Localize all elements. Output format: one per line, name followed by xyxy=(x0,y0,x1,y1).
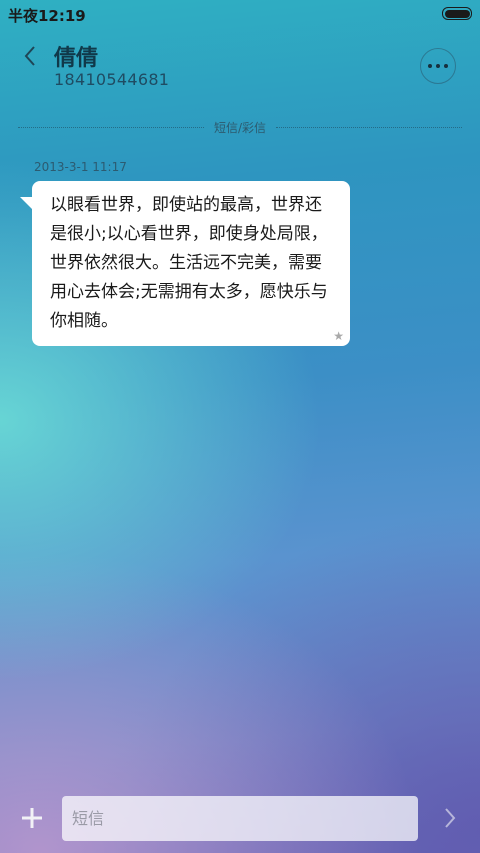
contact-name: 倩倩 xyxy=(54,46,99,71)
battery-icon xyxy=(442,7,472,20)
chevron-right-icon xyxy=(445,808,456,828)
contact-number: 18410544681 xyxy=(54,70,170,89)
bubble-tail xyxy=(20,197,34,211)
star-icon: ★ xyxy=(333,329,344,343)
status-bar: 半夜12:19 xyxy=(0,0,480,28)
message-bubble[interactable]: 以眼看世界，即使站的最高，世界还是很小;以心看世界，即使身处局限，世界依然很大。… xyxy=(20,181,350,346)
plus-icon xyxy=(22,808,42,828)
more-dots-icon xyxy=(436,64,440,68)
message-type-divider: 短信/彩信 xyxy=(18,117,463,137)
battery-fill xyxy=(444,9,470,18)
send-button[interactable] xyxy=(436,802,464,834)
more-dots-icon xyxy=(428,64,432,68)
divider-line xyxy=(276,126,463,128)
add-attachment-button[interactable] xyxy=(14,800,50,836)
more-options-button[interactable] xyxy=(420,48,456,84)
composer-bar xyxy=(0,790,480,850)
message-input[interactable] xyxy=(62,796,418,841)
chevron-left-icon xyxy=(24,46,35,66)
message-type-label: 短信/彩信 xyxy=(213,120,267,135)
conversation-header: 倩倩 18410544681 xyxy=(0,30,480,110)
status-time: 半夜12:19 xyxy=(8,7,86,25)
back-button[interactable] xyxy=(14,40,46,72)
divider-line xyxy=(18,126,204,128)
more-dots-icon xyxy=(444,64,448,68)
message-timestamp: 2013-3-1 11:17 xyxy=(34,160,127,174)
message-text: 以眼看世界，即使站的最高，世界还是很小;以心看世界，即使身处局限，世界依然很大。… xyxy=(50,195,328,331)
